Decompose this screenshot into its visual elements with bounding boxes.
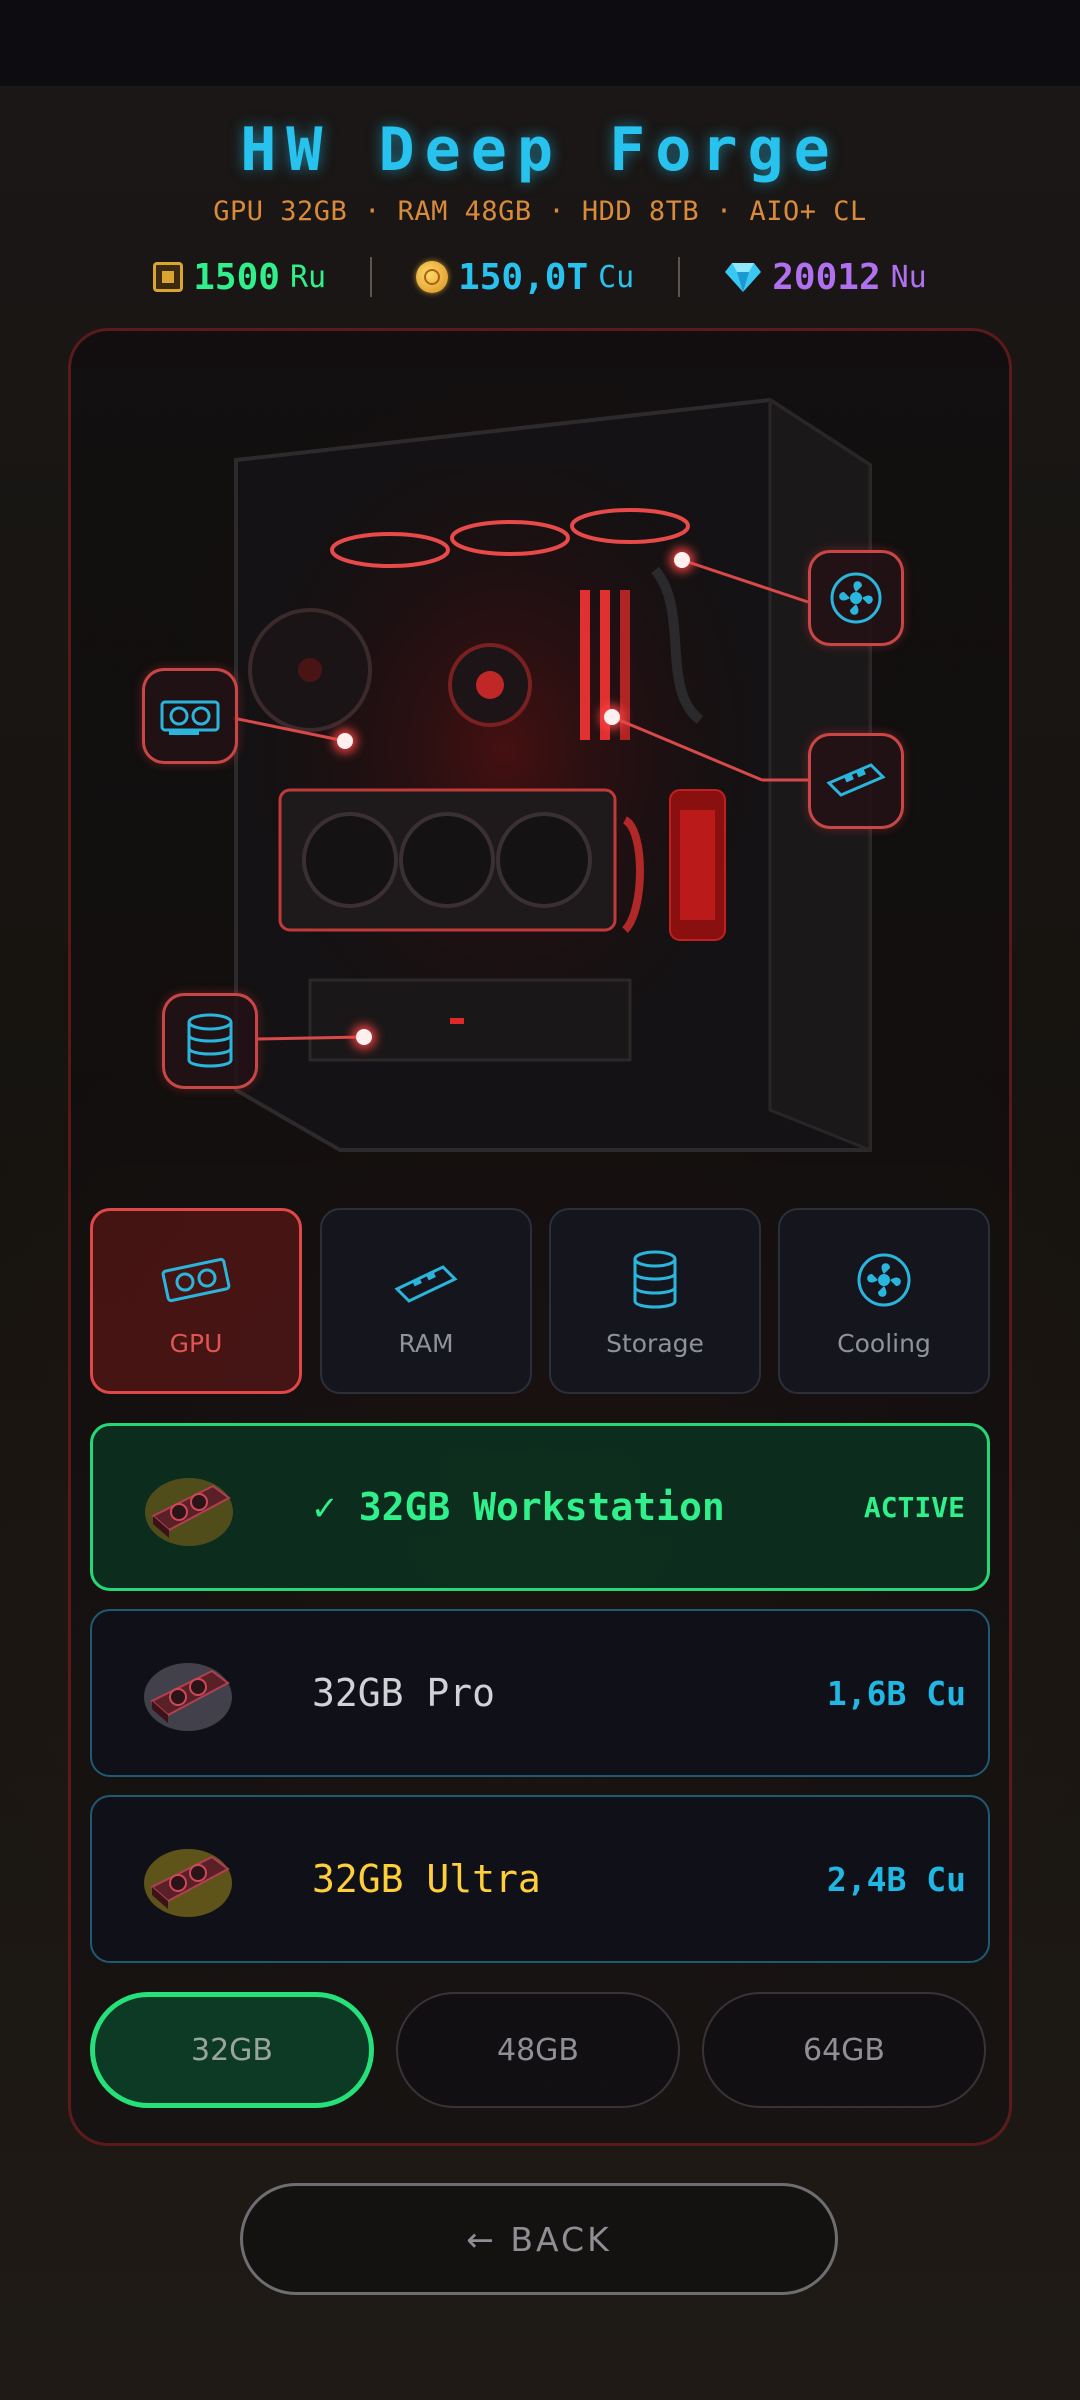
cooling-hotspot[interactable] — [808, 550, 904, 646]
item-row[interactable]: 32GB Ultra 2,4B Cu — [90, 1795, 990, 1963]
currency-value: 20012 — [772, 256, 881, 298]
item-price: 1,6B Cu — [826, 1673, 966, 1713]
storage-icon — [633, 1250, 677, 1308]
coin-icon — [416, 261, 449, 293]
item-price: 2,4B Cu — [826, 1859, 966, 1899]
storage-hotspot-dot — [356, 1029, 372, 1045]
tab-cooling[interactable]: Cooling — [778, 1208, 990, 1394]
currency-ru: 1500 Ru — [153, 257, 326, 298]
tab-label: Storage — [606, 1328, 704, 1358]
tab-gpu[interactable]: GPU — [90, 1208, 302, 1394]
ram-icon — [826, 763, 886, 797]
diamond-icon — [725, 263, 762, 292]
cooling-hotspot-dot — [674, 552, 690, 568]
size-option-32gb[interactable]: 32GB — [90, 1992, 374, 2108]
size-option-48gb[interactable]: 48GB — [396, 1992, 680, 2108]
currency-unit: Nu — [890, 259, 927, 295]
tab-label: RAM — [398, 1328, 454, 1358]
page-title: HW Deep Forge — [240, 115, 840, 185]
status-bar — [0, 0, 1080, 86]
gpu-icon — [160, 700, 220, 735]
divider — [370, 257, 373, 297]
currency-unit: Ru — [289, 259, 327, 295]
item-row[interactable]: ✓ 32GB Workstation ACTIVE — [90, 1423, 990, 1591]
spec-summary: GPU 32GB · RAM 48GB · HDD 8TB · AIO+ CL — [213, 196, 867, 227]
gpu-hotspot[interactable] — [142, 668, 238, 764]
currency-unit: Cu — [598, 259, 635, 295]
size-option-64gb[interactable]: 64GB — [702, 1992, 986, 2108]
ram-hotspot-dot — [604, 709, 620, 725]
gpu-icon — [161, 1257, 231, 1302]
back-button[interactable]: ← BACK — [240, 2183, 838, 2295]
gpu-card-icon — [145, 1478, 233, 1546]
gpu-hotspot-dot — [337, 733, 353, 749]
chip-icon — [153, 262, 184, 292]
tab-label: GPU — [169, 1328, 223, 1358]
currency-value: 150,0T — [458, 256, 589, 298]
item-name: ✓ 32GB Workstation — [313, 1485, 725, 1529]
ram-hotspot[interactable] — [808, 733, 904, 829]
tab-storage[interactable]: Storage — [549, 1208, 761, 1394]
pc-case-illustration — [230, 390, 880, 1160]
item-row[interactable]: 32GB Pro 1,6B Cu — [90, 1609, 990, 1777]
currency-cu: 150,0T Cu — [416, 257, 634, 298]
tab-ram[interactable]: RAM — [320, 1208, 532, 1394]
currency-value: 1500 — [193, 256, 280, 298]
fan-icon — [830, 572, 882, 624]
currency-bar: 1500 Ru 150,0T Cu 20012 Nu — [0, 252, 1080, 302]
ram-icon — [394, 1264, 458, 1303]
gpu-card-icon — [144, 1663, 232, 1731]
storage-icon — [187, 1013, 233, 1068]
fan-icon — [857, 1253, 911, 1306]
item-name: 32GB Pro — [312, 1671, 496, 1715]
item-name: 32GB Ultra — [312, 1857, 541, 1901]
item-status: ACTIVE — [863, 1490, 965, 1524]
currency-nu: 20012 Nu — [724, 257, 927, 298]
storage-hotspot[interactable] — [162, 993, 258, 1089]
gpu-card-icon — [144, 1849, 232, 1917]
divider — [678, 257, 681, 297]
tab-label: Cooling — [837, 1328, 931, 1358]
